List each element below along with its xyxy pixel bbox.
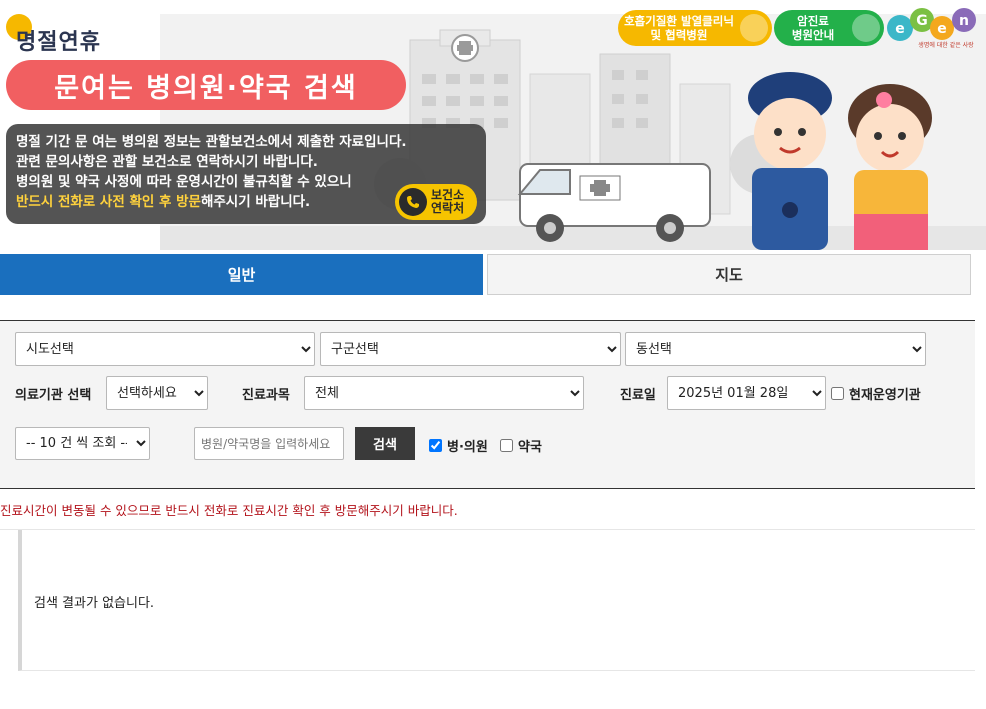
notice-highlight: 반드시 전화로 사전 확인 후 방문 [16,194,201,210]
notice-line: 명절 기간 문 여는 병의원 정보는 관할보건소에서 제출한 자료입니다. [16,134,407,150]
egen-tagline: 생명에 대한 같은 사랑 [918,41,974,49]
contact-label-line2: 연락처 [431,201,465,215]
gugun-select[interactable]: 구군선택 [320,332,621,366]
dong-select[interactable]: 동선택 [625,332,926,366]
svg-text:G: G [916,13,928,29]
result-list: 검색 결과가 없습니다. [18,530,975,671]
svg-text:n: n [959,13,969,29]
contact-label: 보건소 연락처 [431,189,464,215]
search-panel: 시도선택 구군선택 동선택 의료기관 선택 선택하세요 진료과목 전체 진료일 … [0,320,975,489]
cancer-hospital-button[interactable]: 암진료 병원안내 [774,10,884,46]
hospital-label: 병·의원 [447,440,488,455]
cancer-hospital-label-line2: 병원안내 [791,28,835,42]
health-center-contact-button[interactable]: 보건소 연락처 [395,184,477,220]
date-select[interactable]: 2025년 01월 28일 [667,376,826,410]
pharmacy-check-input[interactable] [500,439,513,452]
contact-label-line1: 보건소 [431,188,465,202]
respiratory-clinic-label-line2: 및 협력병원 [650,28,708,42]
date-label: 진료일 [620,388,656,403]
respiratory-clinic-label-line1: 호흡기질환 발열클리닉 [624,14,734,28]
cancer-hospital-label: 암진료 병원안내 [774,14,852,42]
pharmacy-label: 약국 [518,440,542,455]
operating-now-checkbox[interactable]: 현재운영기관 [831,384,921,403]
respiratory-clinic-label: 호흡기질환 발열클리닉 및 협력병원 [618,14,740,42]
tab-general[interactable]: 일반 [0,254,483,295]
page-title: 문여는 병의원·약국 검색 [6,60,406,110]
warning-text: 진료시간이 변동될 수 있으므로 반드시 전화로 진료시간 확인 후 방문해주시… [0,503,458,518]
institution-select[interactable]: 선택하세요 [106,376,208,410]
notice-line: 관련 문의사항은 관할 보건소로 연락하시기 바랍니다. [16,154,318,170]
logo-text: 명절연휴 [16,30,101,55]
svg-text:e: e [937,21,947,37]
page-size-select[interactable]: -- 10 건 씩 조회 -- [15,427,150,460]
respiratory-clinic-button[interactable]: 호흡기질환 발열클리닉 및 협력병원 [618,10,772,46]
phone-icon [399,188,427,216]
institution-label: 의료기관 선택 [15,388,92,403]
svg-text:e: e [895,21,905,37]
bicycle-icon [740,14,768,42]
department-label: 진료과목 [242,388,290,403]
department-select[interactable]: 전체 [304,376,584,410]
tab-map[interactable]: 지도 [487,254,971,295]
cancer-hospital-label-line1: 암진료 [797,14,829,28]
hospital-check-input[interactable] [429,439,442,452]
sido-select[interactable]: 시도선택 [15,332,315,366]
hospital-checkbox[interactable]: 병·의원 [429,436,488,455]
search-button[interactable]: 검색 [355,427,415,460]
pharmacy-checkbox[interactable]: 약국 [500,436,542,455]
keyword-input[interactable] [194,427,344,460]
header-banner: 명절연휴 문여는 병의원·약국 검색 명절 기간 문 여는 병의원 정보는 관할… [0,0,986,250]
operating-now-check-input[interactable] [831,387,844,400]
operating-now-label: 현재운영기관 [849,388,921,403]
egen-logo[interactable]: e G e n 생명에 대한 같은 사랑 [886,6,978,50]
empty-result-message: 검색 결과가 없습니다. [34,596,155,611]
stethoscope-icon [852,14,880,42]
notice-line-rest: 해주시기 바랍니다. [200,194,311,210]
